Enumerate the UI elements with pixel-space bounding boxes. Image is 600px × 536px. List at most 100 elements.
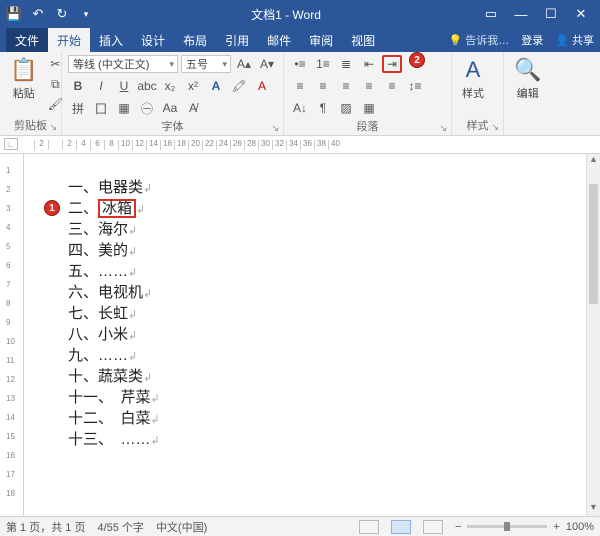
zoom-in-button[interactable]: + [553,521,559,533]
list-item[interactable]: 十一、 芹菜↲ [68,388,600,409]
list-item[interactable]: 1二、冰箱↲ [68,199,600,220]
login-link[interactable]: 登录 [515,32,549,48]
tab-selector-icon[interactable]: ∟ [4,138,18,150]
tell-me-search[interactable]: 💡 告诉我… [449,32,510,48]
ribbon-tabs: 文件 开始 插入 设计 布局 引用 邮件 审阅 视图 💡 告诉我… 登录 👤 共… [0,28,600,52]
status-language[interactable]: 中文(中国) [156,519,207,535]
window-controls: ▭ — ☐ ✕ [478,4,594,24]
paste-button[interactable]: 📋 粘贴 [6,55,41,103]
text-effects-icon[interactable]: A [206,77,226,95]
list-item[interactable]: 四、美的↲ [68,241,600,262]
ribbon-options-icon[interactable]: ▭ [478,4,504,24]
bullets-icon[interactable]: •≡ [290,55,310,73]
enclose-chars-icon[interactable]: ㊀ [137,99,157,117]
styles-button[interactable]: A 样式 [458,55,488,103]
shrink-font-icon[interactable]: A▾ [257,55,277,73]
tab-insert[interactable]: 插入 [90,28,132,52]
paragraph-launcher-icon[interactable]: ↘ [439,123,447,134]
tab-design[interactable]: 设计 [132,28,174,52]
scroll-up-icon[interactable]: ▲ [587,154,600,168]
highlight-icon[interactable]: 🖍 [229,77,249,95]
tab-references[interactable]: 引用 [216,28,258,52]
list-item[interactable]: 十、蔬菜类↲ [68,367,600,388]
tab-review[interactable]: 审阅 [300,28,342,52]
char-border-icon[interactable]: 囗 [91,99,111,117]
bold-button[interactable]: B [68,77,88,95]
list-item[interactable]: 九、……↲ [68,346,600,367]
scroll-down-icon[interactable]: ▼ [587,502,600,516]
align-left-icon[interactable]: ≡ [290,77,310,95]
list-item[interactable]: 五、……↲ [68,262,600,283]
tab-file[interactable]: 文件 [6,28,48,52]
view-web-layout-icon[interactable] [423,520,443,534]
list-item[interactable]: 八、小米↲ [68,325,600,346]
status-page[interactable]: 第 1 页，共 1 页 [6,519,85,535]
zoom-slider[interactable] [467,525,547,528]
list-item[interactable]: 一、电器类↲ [68,178,600,199]
view-read-mode-icon[interactable] [359,520,379,534]
save-icon[interactable]: 💾 [6,6,22,22]
group-styles: A 样式 样式↘ [452,52,504,135]
align-center-icon[interactable]: ≡ [313,77,333,95]
scrollbar-vertical[interactable]: ▲ ▼ [586,154,600,516]
line-spacing-icon[interactable]: ↕≡ [405,77,425,95]
styles-launcher-icon[interactable]: ↘ [491,122,499,133]
maximize-icon[interactable]: ☐ [538,4,564,24]
multilevel-list-icon[interactable]: ≣ [336,55,356,73]
ruler-horizontal[interactable]: ∟ 2246810121416182022242628303234363840 [0,136,600,154]
increase-indent-icon[interactable]: ⇥ [382,55,402,73]
zoom-level[interactable]: 100% [566,521,594,533]
undo-icon[interactable]: ↶ [30,6,46,22]
font-name-select[interactable]: 等线 (中文正文) [68,55,178,73]
grow-font-icon[interactable]: A▴ [234,55,254,73]
numbering-icon[interactable]: 1≡ [313,55,333,73]
sort-icon[interactable]: A↓ [290,99,310,117]
char-shading-icon[interactable]: ▦ [114,99,134,117]
superscript-button[interactable]: x² [183,77,203,95]
subscript-button[interactable]: x₂ [160,77,180,95]
list-item[interactable]: 七、长虹↲ [68,304,600,325]
tab-view[interactable]: 视图 [342,28,384,52]
editing-button[interactable]: 🔍 编辑 [510,55,545,103]
phonetic-guide-icon[interactable]: 拼 [68,99,88,117]
group-paragraph: 2 •≡ 1≡ ≣ ⇤ ⇥ ≡ ≡ ≡ ≡ ≡ ↕≡ A↓ ¶ ▨ ▦ [284,52,452,135]
redo-icon[interactable]: ↻ [54,6,70,22]
status-word-count[interactable]: 4/55 个字 [97,519,143,535]
distributed-icon[interactable]: ≡ [382,77,402,95]
italic-button[interactable]: I [91,77,111,95]
change-case-icon[interactable]: Aa [160,99,180,117]
qat-customize-icon[interactable]: ▾ [78,6,94,22]
list-item[interactable]: 六、电视机↲ [68,283,600,304]
strikethrough-button[interactable]: abc [137,77,157,95]
minimize-icon[interactable]: — [508,4,534,24]
styles-icon: A [466,57,481,83]
font-color-icon[interactable]: A [252,77,272,95]
document-area[interactable]: 一、电器类↲1二、冰箱↲三、海尔↲四、美的↲五、……↲六、电视机↲七、长虹↲八、… [24,154,600,516]
ruler-vertical[interactable]: 123456789101112131415161718 [0,154,24,516]
decrease-indent-icon[interactable]: ⇤ [359,55,379,73]
underline-button[interactable]: U [114,77,134,95]
align-right-icon[interactable]: ≡ [336,77,356,95]
list-item[interactable]: 十三、 ……↲ [68,430,600,451]
zoom-out-button[interactable]: − [455,521,461,533]
font-launcher-icon[interactable]: ↘ [271,123,279,134]
selected-text[interactable]: 冰箱 [98,199,136,218]
scrollbar-thumb[interactable] [589,184,598,304]
borders-icon[interactable]: ▦ [359,99,379,117]
list-item[interactable]: 十二、 白菜↲ [68,409,600,430]
share-button[interactable]: 👤 共享 [555,32,594,48]
clipboard-launcher-icon[interactable]: ↘ [49,122,57,133]
group-label-paragraph: 段落↘ [290,117,445,136]
tab-mailings[interactable]: 邮件 [258,28,300,52]
clear-formatting-icon[interactable]: A̸ [183,99,203,117]
font-size-select[interactable]: 五号 [181,55,231,73]
shading-icon[interactable]: ▨ [336,99,356,117]
tab-home[interactable]: 开始 [48,28,90,52]
view-print-layout-icon[interactable] [391,520,411,534]
page-content[interactable]: 一、电器类↲1二、冰箱↲三、海尔↲四、美的↲五、……↲六、电视机↲七、长虹↲八、… [24,154,600,451]
list-item[interactable]: 三、海尔↲ [68,220,600,241]
show-marks-icon[interactable]: ¶ [313,99,333,117]
tab-layout[interactable]: 布局 [174,28,216,52]
close-icon[interactable]: ✕ [568,4,594,24]
justify-icon[interactable]: ≡ [359,77,379,95]
